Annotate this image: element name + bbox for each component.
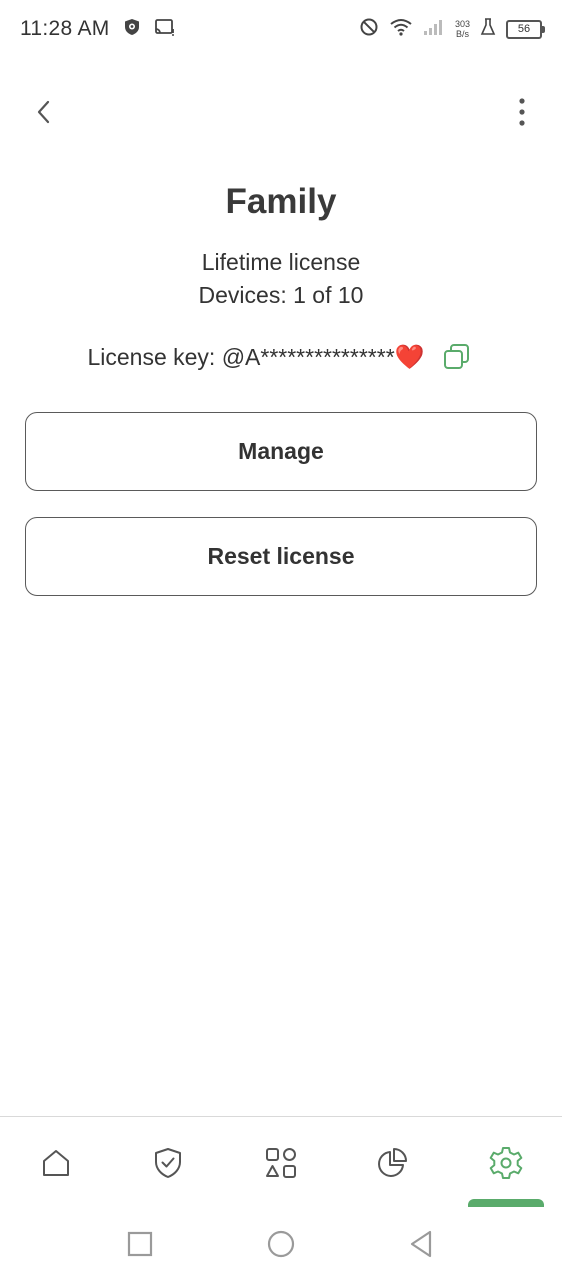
more-options-button[interactable] <box>504 82 540 142</box>
cast-icon <box>154 17 176 42</box>
bottom-navigation <box>0 1116 562 1207</box>
home-system-button[interactable] <box>259 1224 303 1264</box>
vpn-shield-icon <box>122 17 142 42</box>
recent-apps-button[interactable] <box>118 1224 162 1264</box>
triangle-back-icon <box>410 1230 432 1258</box>
flask-icon <box>480 17 496 42</box>
apps-icon <box>266 1148 296 1178</box>
reset-license-button[interactable]: Reset license <box>25 517 537 596</box>
wifi-icon <box>389 17 413 42</box>
network-speed-value: 303 <box>454 19 470 29</box>
shield-icon <box>155 1148 181 1178</box>
nav-statistics[interactable] <box>362 1141 422 1185</box>
heart-emoji: ❤️ <box>394 343 425 371</box>
status-left: 11:28 AM <box>20 17 176 42</box>
network-speed: 303 B/s <box>455 19 470 39</box>
license-key-row: License key: @A***************❤️ <box>0 337 562 377</box>
plan-title: Family <box>225 182 337 221</box>
nav-protection[interactable] <box>138 1141 198 1185</box>
system-navigation-bar <box>0 1206 562 1280</box>
square-icon <box>127 1231 153 1257</box>
home-icon <box>43 1150 69 1176</box>
circle-icon <box>267 1230 295 1258</box>
status-time: 11:28 AM <box>20 17 110 40</box>
status-right: 303 B/s 56 <box>359 17 545 42</box>
chevron-left-icon <box>37 100 50 124</box>
nav-settings[interactable] <box>476 1141 536 1185</box>
manage-button[interactable]: Manage <box>25 412 537 491</box>
back-button[interactable] <box>22 82 66 142</box>
more-vertical-icon <box>519 98 525 126</box>
battery-indicator: 56 <box>506 19 545 39</box>
license-key-text: License key: @A*************** <box>87 343 395 370</box>
back-system-button[interactable] <box>399 1224 443 1264</box>
devices-count: Devices: 1 of 10 <box>198 282 364 308</box>
status-bar: 11:28 AM 303 B/s 56 <box>0 0 562 58</box>
top-app-bar <box>0 82 562 142</box>
copy-license-button[interactable] <box>439 339 475 375</box>
license-key: License key: @A***************❤️ <box>87 343 424 372</box>
signal-icon <box>423 17 445 42</box>
network-speed-unit: B/s <box>455 29 469 39</box>
license-type: Lifetime license <box>201 249 361 275</box>
do-not-disturb-icon <box>359 17 379 42</box>
nav-home[interactable] <box>26 1141 86 1185</box>
statistics-icon <box>378 1148 407 1177</box>
settings-icon <box>489 1147 523 1179</box>
copy-icon <box>443 344 469 369</box>
nav-apps[interactable] <box>251 1141 311 1185</box>
